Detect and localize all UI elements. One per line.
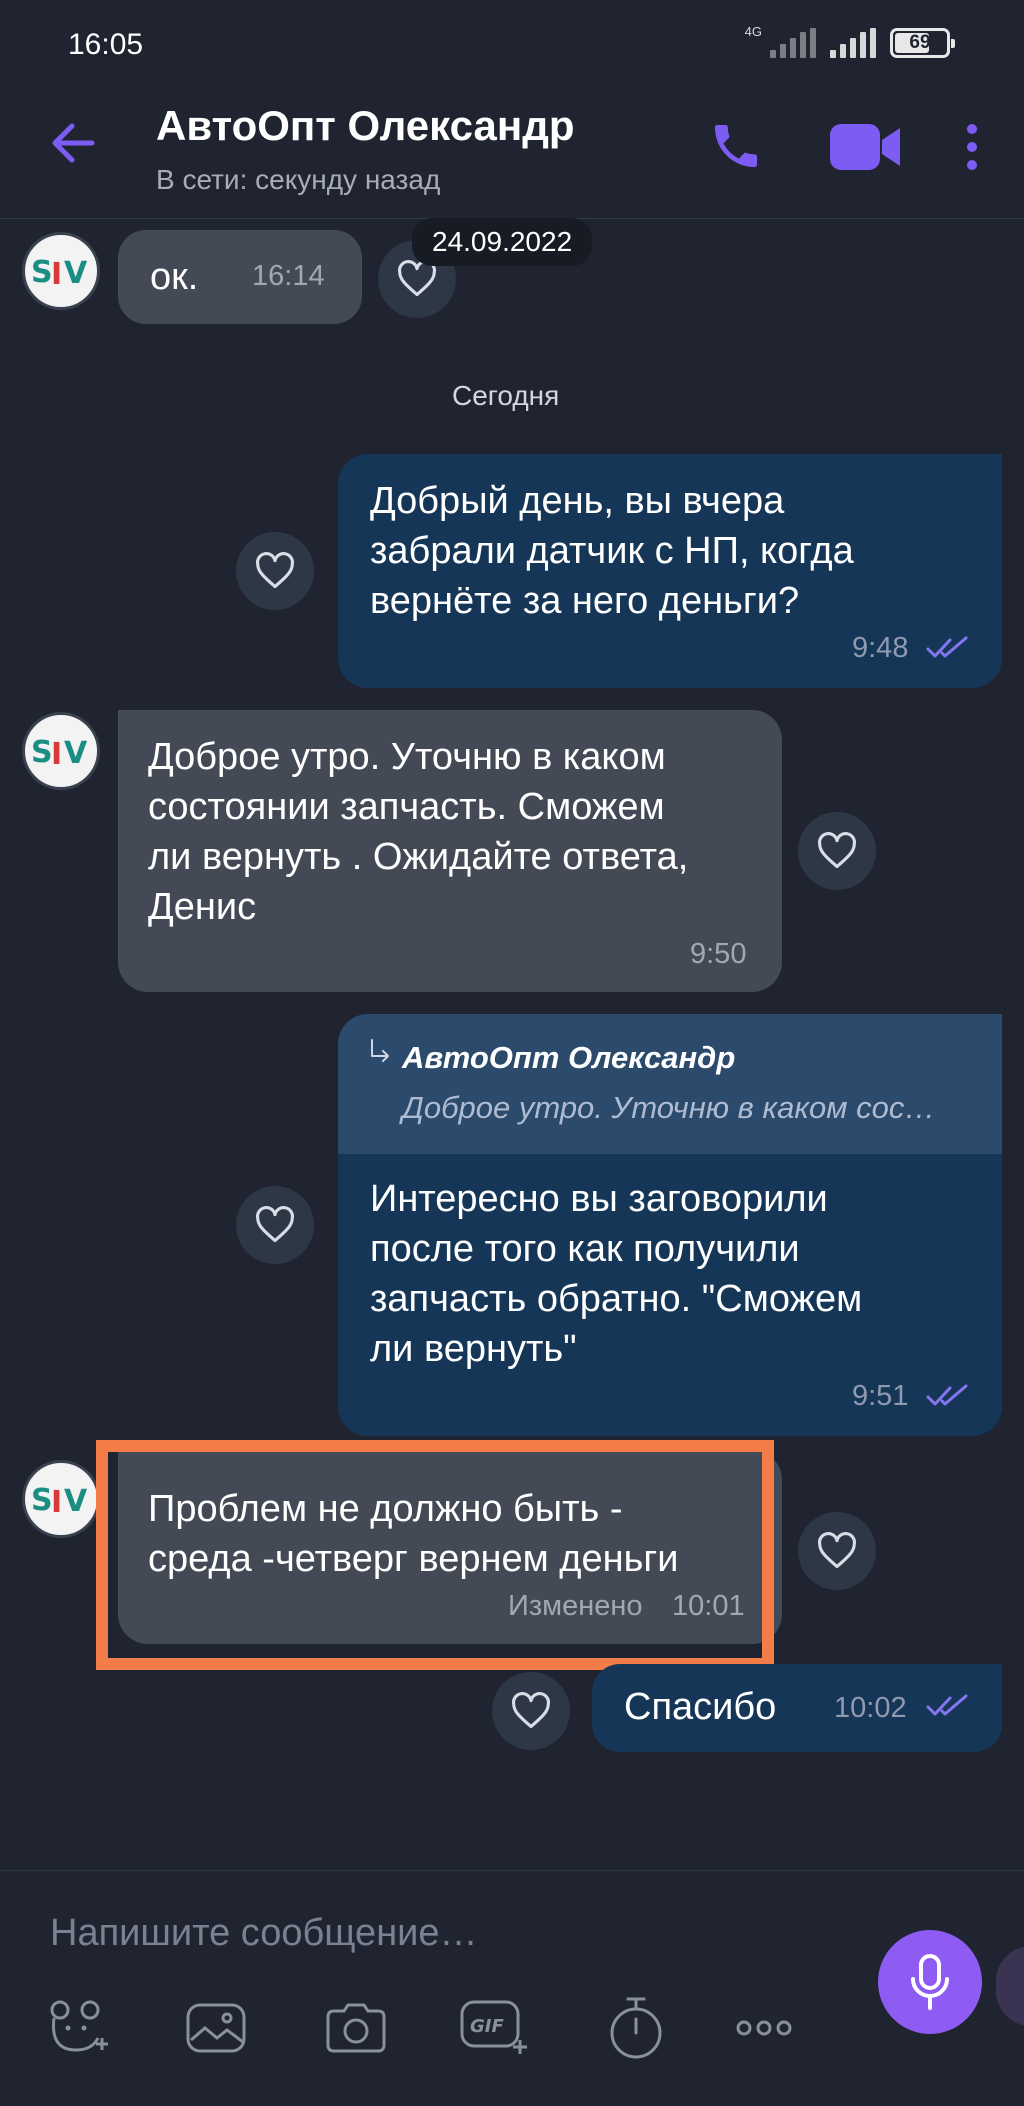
battery-icon: 69 — [890, 28, 955, 58]
composer-divider — [0, 1870, 1024, 1871]
gif-icon[interactable]: GIF — [456, 1990, 532, 2066]
reply-snippet: Доброе утро. Уточню в каком сос… — [402, 1090, 936, 1125]
message-line: Доброе утро. Уточню в каком — [148, 736, 666, 778]
signal-icon-2 — [830, 28, 876, 58]
status-time: 16:05 — [68, 28, 144, 61]
reply-author: АвтоОпт Олександр — [402, 1040, 736, 1075]
message-line: забрали датчик с НП, когда — [370, 530, 854, 572]
gallery-icon[interactable] — [178, 1990, 254, 2066]
message-time: 10:02 — [834, 1692, 907, 1724]
secondary-action-edge[interactable] — [996, 1946, 1024, 2026]
day-separator: Сегодня — [452, 380, 560, 411]
network-type: 4G — [744, 23, 762, 39]
message-line: Интересно вы заговорили — [370, 1178, 828, 1220]
message-bubble-incoming[interactable]: Доброе утро. Уточню в каком состоянии за… — [118, 710, 782, 992]
svg-text:I: I — [51, 1485, 62, 1520]
back-arrow-icon[interactable] — [48, 118, 98, 168]
presence-status: В сети: секунду назад — [156, 164, 441, 195]
contact-name[interactable]: АвтоОпт Олександр — [156, 102, 575, 150]
read-check-icon — [926, 1694, 970, 1718]
like-button[interactable] — [236, 532, 314, 610]
like-button[interactable] — [236, 1186, 314, 1264]
like-button[interactable] — [492, 1672, 570, 1750]
sticker-icon[interactable] — [40, 1990, 116, 2066]
message-time: 9:48 — [852, 632, 909, 664]
phone-icon[interactable] — [708, 118, 764, 174]
like-button[interactable] — [798, 812, 876, 890]
more-vertical-icon[interactable] — [962, 122, 982, 172]
video-camera-icon[interactable] — [828, 120, 904, 174]
battery-level: 69 — [909, 32, 931, 53]
message-line: вернёте за него деньги? — [370, 580, 800, 622]
message-bubble-outgoing[interactable]: Добрый день, вы вчера забрали датчик с Н… — [338, 454, 1002, 688]
svg-text:S: S — [31, 1483, 53, 1518]
message-line: состоянии запчасть. Сможем — [148, 786, 665, 828]
svg-text:V: V — [64, 736, 88, 771]
svg-text:V: V — [64, 1484, 88, 1519]
message-time: 9:51 — [852, 1380, 909, 1412]
signal-icon — [770, 28, 816, 58]
reply-quote[interactable]: АвтоОпт Олександр Доброе утро. Уточню в … — [338, 1014, 1002, 1154]
message-line: ли вернуть" — [370, 1328, 577, 1370]
read-check-icon — [926, 636, 970, 660]
svg-text:I: I — [51, 257, 62, 292]
message-line: после того как получили — [370, 1228, 800, 1270]
message-line: ли вернуть . Ожидайте ответа, — [148, 836, 689, 878]
contact-avatar[interactable]: SIV — [22, 232, 100, 310]
highlight-frame — [96, 1440, 774, 1670]
message-bubble-outgoing[interactable]: Спасибо 10:02 — [592, 1664, 1002, 1752]
message-input[interactable]: Напишите сообщение… — [50, 1912, 478, 1955]
message-bubble-incoming[interactable]: ок. 16:14 — [118, 230, 362, 324]
message-text: Спасибо — [624, 1686, 777, 1728]
contact-avatar[interactable]: SIV — [22, 1460, 100, 1538]
message-line: Добрый день, вы вчера — [370, 480, 785, 522]
read-check-icon — [926, 1384, 970, 1408]
date-chip: 24.09.2022 — [412, 218, 593, 266]
message-line: запчасть обратно. "Сможем — [370, 1278, 863, 1320]
svg-text:V: V — [64, 256, 88, 291]
message-text: ок. — [150, 256, 199, 298]
message-line: Денис — [148, 886, 257, 928]
microphone-icon — [911, 1954, 949, 2010]
contact-avatar[interactable]: SIV — [22, 712, 100, 790]
reply-arrow-icon — [368, 1038, 392, 1068]
svg-text:GIF: GIF — [470, 2016, 504, 2037]
camera-icon[interactable] — [318, 1990, 394, 2066]
like-button[interactable] — [798, 1512, 876, 1590]
microphone-button[interactable] — [878, 1930, 982, 2034]
more-horizontal-icon[interactable] — [726, 1990, 802, 2066]
status-icons: 4G 69 — [745, 24, 955, 58]
timer-icon[interactable] — [598, 1990, 674, 2066]
message-bubble-outgoing[interactable]: АвтоОпт Олександр Доброе утро. Уточню в … — [338, 1014, 1002, 1436]
svg-text:S: S — [31, 255, 53, 290]
message-time: 9:50 — [690, 938, 747, 970]
svg-text:I: I — [51, 737, 62, 772]
message-time: 16:14 — [252, 260, 325, 292]
svg-text:S: S — [31, 735, 53, 770]
